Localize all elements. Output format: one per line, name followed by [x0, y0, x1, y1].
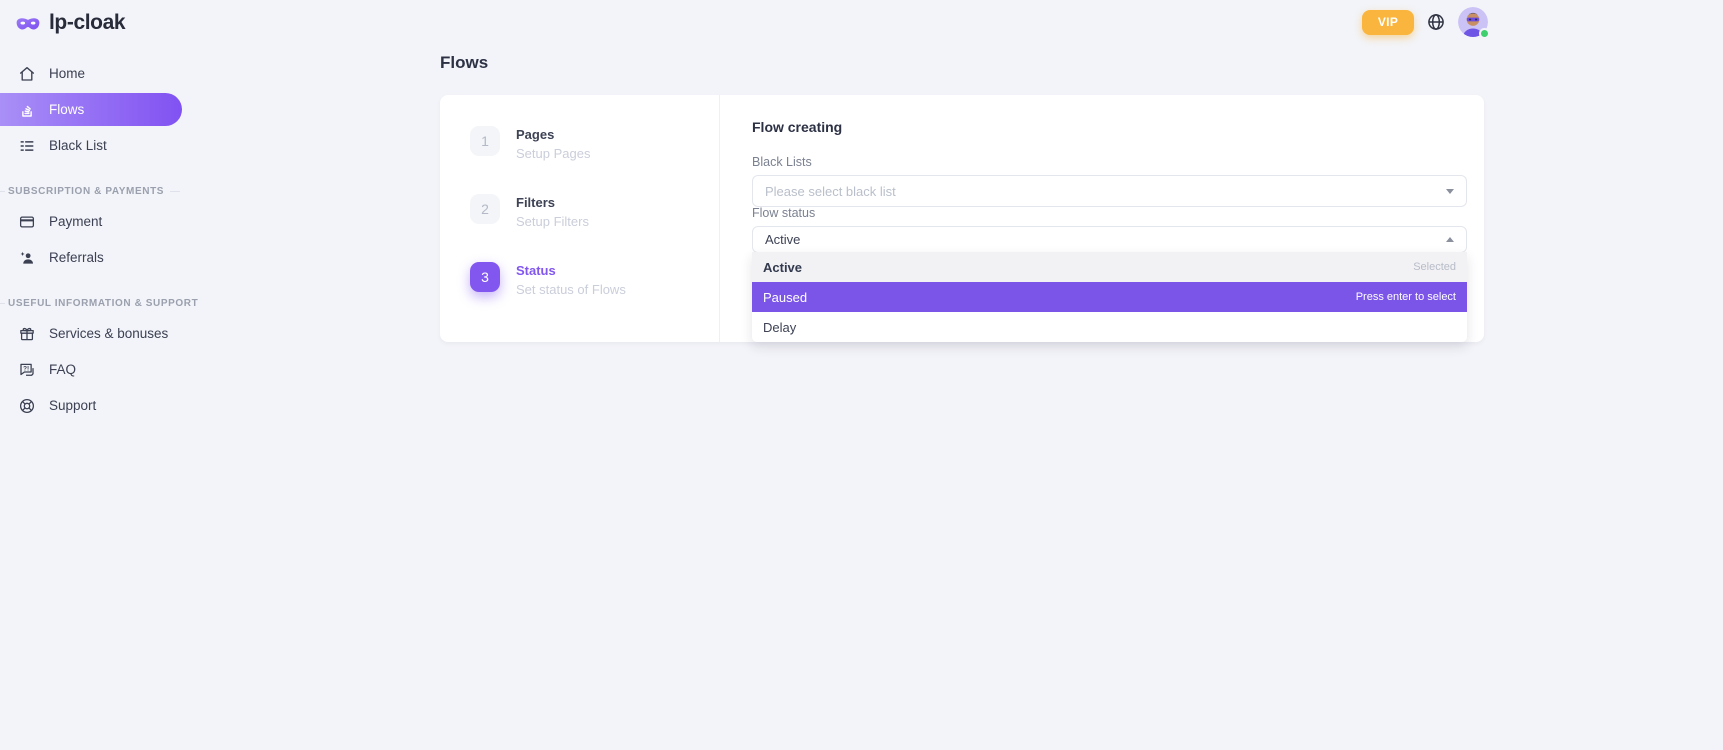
flows-stack-icon [18, 101, 36, 119]
step-title: Status [516, 262, 626, 278]
option-active[interactable]: Active Selected [752, 252, 1467, 282]
step-number: 2 [470, 194, 500, 224]
step-filters[interactable]: 2 Filters Setup Filters [470, 194, 719, 229]
sidebar-item-support[interactable]: Support [0, 389, 182, 422]
online-status-dot [1479, 28, 1490, 39]
flow-status-value: Active [765, 232, 800, 247]
sidebar-item-label: Black List [49, 138, 107, 153]
sidebar-item-label: Flows [49, 102, 84, 117]
lifebuoy-icon [18, 397, 36, 415]
user-avatar[interactable] [1458, 7, 1488, 37]
gift-icon [18, 325, 36, 343]
sidebar-section-subscription: SUBSCRIPTION & PAYMENTS [0, 186, 182, 197]
step-pages[interactable]: 1 Pages Setup Pages [470, 126, 719, 161]
flow-status-dropdown: Active Selected Paused Press enter to se… [752, 252, 1467, 342]
section-title-text: SUBSCRIPTION & PAYMENTS [8, 186, 164, 197]
step-title: Pages [516, 126, 590, 142]
option-label: Active [763, 260, 802, 275]
sidebar-item-label: Referrals [49, 250, 104, 265]
flow-status-label: Flow status [752, 207, 1467, 220]
form-title: Flow creating [752, 119, 1467, 135]
chevron-up-icon [1446, 237, 1454, 242]
flow-creating-card: 1 Pages Setup Pages 2 Filters Setup Filt… [440, 95, 1484, 342]
option-paused[interactable]: Paused Press enter to select [752, 282, 1467, 312]
step-number: 3 [470, 262, 500, 292]
vip-button[interactable]: VIP [1362, 10, 1414, 35]
section-title-text: USEFUL INFORMATION & SUPPORT [8, 298, 198, 309]
sidebar-item-flows[interactable]: Flows [0, 93, 182, 126]
language-button[interactable] [1426, 12, 1446, 32]
page-title: Flows [440, 53, 488, 73]
black-lists-label: Black Lists [752, 156, 1467, 169]
sidebar-item-home[interactable]: Home [0, 57, 182, 90]
step-status[interactable]: 3 Status Set status of Flows [470, 262, 719, 297]
app-logo[interactable]: lp-cloak [0, 0, 182, 35]
step-title: Filters [516, 194, 589, 210]
sidebar-item-label: Home [49, 66, 85, 81]
sidebar-item-label: Services & bonuses [49, 326, 168, 341]
option-delay[interactable]: Delay [752, 312, 1467, 342]
topbar: VIP [1362, 7, 1488, 37]
step-subtitle: Set status of Flows [516, 282, 626, 297]
sidebar-nav: Home Flows Black List SUBSCRIPTION & PAY… [0, 57, 182, 422]
list-icon [18, 137, 36, 155]
option-label: Delay [763, 320, 796, 335]
sidebar-item-referrals[interactable]: Referrals [0, 241, 182, 274]
sidebar: lp-cloak Home Flows Black List SUBSCRIPT… [0, 0, 182, 750]
option-label: Paused [763, 290, 807, 305]
sidebar-item-label: FAQ [49, 362, 76, 377]
sidebar-item-label: Payment [49, 214, 102, 229]
svg-text:?!: ?! [23, 365, 29, 372]
faq-bubble-icon: ?! [18, 361, 36, 379]
step-subtitle: Setup Filters [516, 214, 589, 229]
wizard-steps: 1 Pages Setup Pages 2 Filters Setup Filt… [440, 95, 720, 342]
flow-status-select[interactable]: Active [752, 226, 1467, 253]
sidebar-item-services-bonuses[interactable]: Services & bonuses [0, 317, 182, 350]
app-title: lp-cloak [49, 11, 125, 35]
chevron-down-icon [1446, 189, 1454, 194]
sidebar-item-payment[interactable]: Payment [0, 205, 182, 238]
sidebar-item-faq[interactable]: ?! FAQ [0, 353, 182, 386]
flow-creating-form: Flow creating Black Lists Please select … [720, 95, 1484, 342]
option-hint: Press enter to select [1356, 291, 1456, 303]
mask-icon [15, 14, 41, 33]
sidebar-section-support: USEFUL INFORMATION & SUPPORT [0, 298, 182, 309]
home-icon [18, 65, 36, 83]
credit-card-icon [18, 213, 36, 231]
globe-icon [1426, 12, 1446, 32]
black-lists-placeholder: Please select black list [765, 184, 896, 199]
step-number: 1 [470, 126, 500, 156]
sidebar-item-black-list[interactable]: Black List [0, 129, 182, 162]
sidebar-item-label: Support [49, 398, 96, 413]
option-hint: Selected [1413, 261, 1456, 273]
referral-person-star-icon [18, 249, 36, 267]
step-subtitle: Setup Pages [516, 146, 590, 161]
black-lists-select[interactable]: Please select black list [752, 175, 1467, 207]
